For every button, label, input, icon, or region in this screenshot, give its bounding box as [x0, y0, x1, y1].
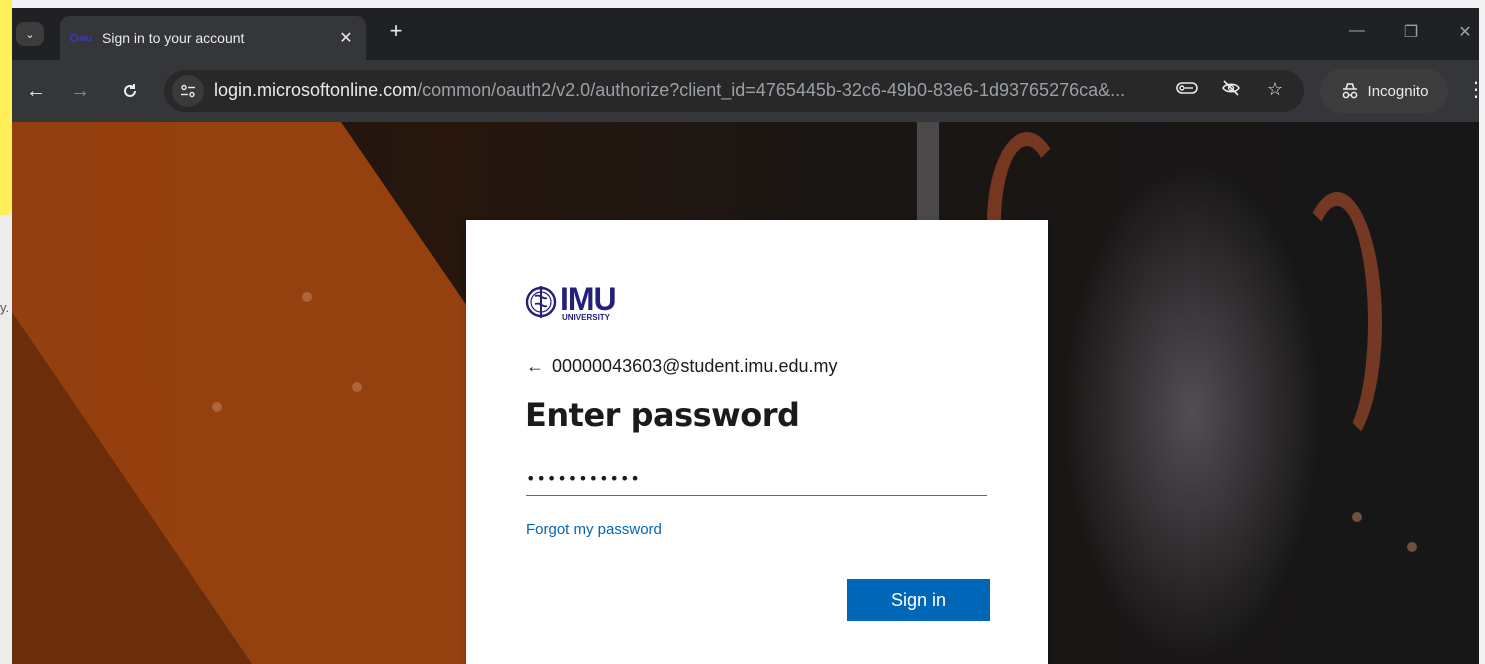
tab-strip: ⌄ IMU Sign in to your account ✕ + — ❐ ✕ — [12, 8, 1479, 60]
imu-favicon-icon: IMU — [70, 32, 94, 44]
background-photo-person — [1062, 162, 1322, 662]
url-text: login.microsoftonline.com/common/oauth2/… — [214, 80, 1125, 101]
imu-logo: IMU UNIVERSITY — [524, 280, 617, 322]
reload-button[interactable] — [116, 77, 144, 105]
yellow-note — [0, 0, 12, 215]
address-bar-icons: ☆ — [1176, 79, 1286, 102]
background-text-fragment: y. — [0, 300, 10, 315]
star-icon[interactable]: ☆ — [1264, 79, 1286, 102]
logo-text: IMU UNIVERSITY — [560, 280, 617, 322]
identity-banner[interactable]: ← 00000043603@student.imu.edu.my — [526, 356, 837, 377]
key-icon[interactable] — [1176, 79, 1198, 102]
minimize-icon[interactable]: — — [1347, 22, 1367, 42]
close-window-icon[interactable]: ✕ — [1455, 22, 1475, 42]
background-window: y. — [0, 0, 12, 664]
background-dot — [302, 292, 312, 302]
forgot-password-link[interactable]: Forgot my password — [526, 521, 662, 538]
new-tab-button[interactable]: + — [384, 20, 408, 44]
back-button[interactable]: ← — [22, 77, 50, 105]
identity-email: 00000043603@student.imu.edu.my — [552, 356, 838, 376]
url-path: /common/oauth2/v2.0/authorize?client_id=… — [417, 80, 1126, 100]
tab-search-button[interactable]: ⌄ — [16, 22, 44, 46]
svg-text:IMU: IMU — [79, 36, 92, 43]
window-controls: — ❐ ✕ — [1347, 22, 1479, 42]
password-field[interactable] — [526, 462, 987, 496]
background-dot — [1352, 512, 1362, 522]
eye-off-icon[interactable] — [1220, 79, 1242, 102]
screen: y. ⌄ IMU Sign in to your account ✕ + — ❐… — [0, 0, 1485, 664]
logo-university-text: UNIVERSITY — [562, 312, 611, 322]
incognito-badge[interactable]: Incognito — [1320, 69, 1448, 113]
background-dot — [1407, 542, 1417, 552]
signin-button[interactable]: Sign in — [847, 579, 990, 621]
browser-menu-icon[interactable]: ⋮ — [1466, 77, 1479, 102]
imu-emblem-icon — [525, 286, 557, 318]
background-dot — [212, 402, 222, 412]
tab-active[interactable]: IMU Sign in to your account ✕ — [60, 16, 366, 60]
site-info-icon[interactable] — [172, 75, 204, 107]
url-host: login.microsoftonline.com — [214, 80, 418, 100]
signin-card: IMU UNIVERSITY ← 00000043603@student.imu… — [466, 220, 1048, 664]
tab-title: Sign in to your account — [102, 30, 245, 46]
browser-window: ⌄ IMU Sign in to your account ✕ + — ❐ ✕ … — [12, 8, 1479, 664]
background-dot — [352, 382, 362, 392]
browser-toolbar: ← → login.microsoftonline.com/common/oau… — [12, 60, 1479, 122]
address-bar[interactable]: login.microsoftonline.com/common/oauth2/… — [164, 70, 1304, 112]
reload-icon — [124, 84, 136, 97]
incognito-label: Incognito — [1367, 82, 1429, 100]
logo-imu-text: IMU — [560, 280, 617, 317]
page-title: Enter password — [525, 396, 800, 434]
background-pole — [917, 122, 939, 222]
login-page: IMU UNIVERSITY ← 00000043603@student.imu… — [12, 122, 1479, 664]
restore-icon[interactable]: ❐ — [1401, 22, 1421, 42]
incognito-icon — [1342, 83, 1357, 99]
back-arrow-icon[interactable]: ← — [526, 356, 544, 377]
close-tab-icon[interactable]: ✕ — [336, 28, 356, 48]
chevron-down-icon: ⌄ — [25, 28, 35, 41]
forward-button[interactable]: → — [66, 77, 94, 105]
